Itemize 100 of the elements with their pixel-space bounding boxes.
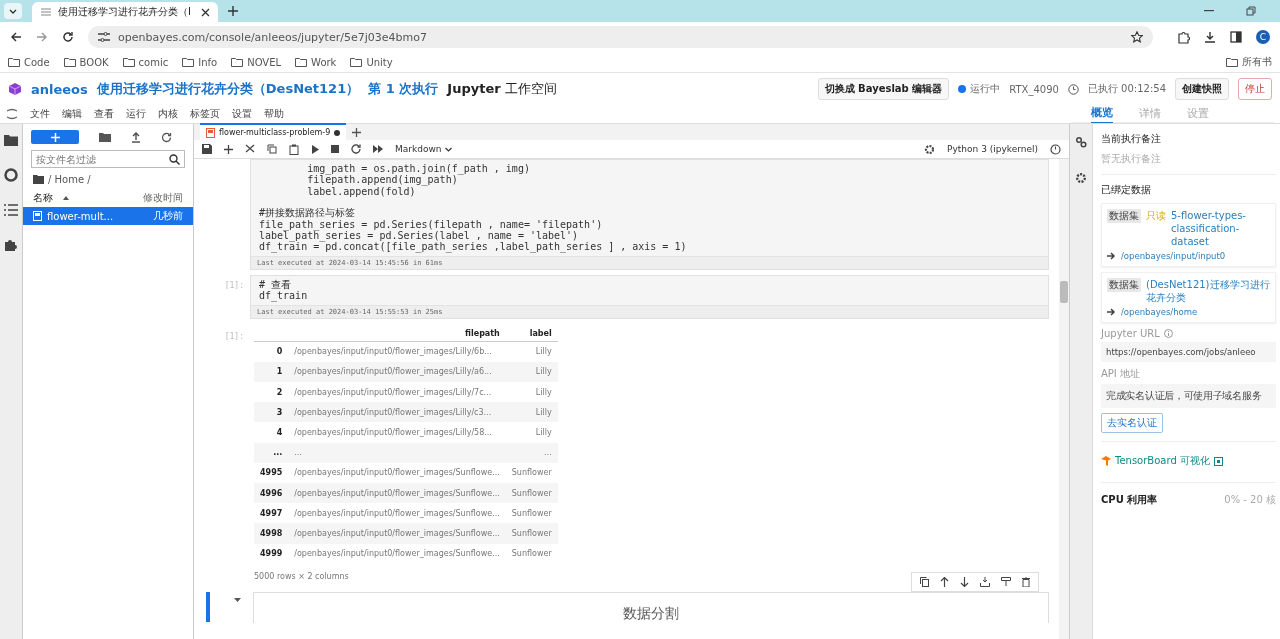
minimize-icon[interactable] bbox=[1204, 10, 1214, 12]
restart-icon[interactable] bbox=[351, 144, 361, 154]
side-panel-icon[interactable] bbox=[1230, 31, 1242, 43]
restore-icon[interactable] bbox=[1246, 6, 1256, 16]
bookmark-folder[interactable]: Unity bbox=[350, 56, 393, 68]
bookmark-folder[interactable]: 所有书 bbox=[1226, 55, 1272, 69]
bookmark-folder[interactable]: Work bbox=[295, 56, 337, 68]
verify-button[interactable]: 去实名认证 bbox=[1101, 413, 1163, 433]
column-header[interactable]: 修改时间 bbox=[143, 191, 183, 205]
notebook-tab[interactable]: flower-multiclass-problem-9 bbox=[200, 123, 347, 140]
elapsed-time: 已执行 00:12:54 bbox=[1087, 82, 1166, 96]
site-settings-icon[interactable] bbox=[98, 32, 110, 42]
delete-icon[interactable] bbox=[1022, 576, 1030, 587]
copy-icon[interactable] bbox=[267, 144, 277, 154]
row-index: 4 bbox=[254, 422, 289, 443]
bookmark-folder[interactable]: Code bbox=[8, 56, 50, 68]
sort-icon bbox=[63, 196, 69, 200]
save-icon[interactable] bbox=[202, 144, 212, 154]
list-icon[interactable] bbox=[4, 204, 18, 216]
file-row[interactable]: flower-mult... 几秒前 bbox=[23, 207, 193, 225]
kernel-status-icon bbox=[1050, 143, 1061, 155]
add-icon[interactable] bbox=[224, 144, 233, 154]
move-up-icon[interactable] bbox=[940, 576, 949, 587]
dataset-link[interactable]: 5-flower-types-classification-dataset bbox=[1171, 209, 1270, 248]
info-icon[interactable] bbox=[1163, 329, 1173, 338]
menu-item[interactable]: 编辑 bbox=[62, 107, 82, 121]
url-field[interactable]: https://openbayes.com/jobs/anleeo bbox=[1101, 342, 1276, 362]
code-text: img_path = os.path.join(f_path , img) filepath.append(img_path) label.append(fold) bbox=[306, 163, 530, 198]
project-link[interactable]: 使用迁移学习进行花卉分类（DesNet121） bbox=[96, 80, 360, 98]
plus-icon bbox=[50, 132, 60, 142]
bookmark-folder[interactable]: Info bbox=[182, 56, 218, 68]
menu-item[interactable]: 文件 bbox=[30, 107, 50, 121]
fast-forward-icon[interactable] bbox=[373, 145, 383, 153]
move-down-icon[interactable] bbox=[960, 576, 969, 587]
snapshot-button[interactable]: 创建快照 bbox=[1175, 78, 1229, 100]
menu-item[interactable]: 内核 bbox=[158, 107, 178, 121]
switch-editor-button[interactable]: 切换成 Bayeslab 编辑器 bbox=[817, 78, 950, 100]
profile-avatar[interactable]: C bbox=[1256, 30, 1270, 44]
cell-type-dropdown[interactable]: Markdown bbox=[395, 144, 453, 154]
section-title: 当前执行备注 bbox=[1101, 132, 1162, 146]
bookmark-folder[interactable]: BOOK bbox=[63, 56, 109, 68]
tab-list-button[interactable] bbox=[4, 3, 22, 19]
close-icon[interactable] bbox=[201, 7, 210, 17]
folder-icon bbox=[182, 57, 195, 67]
table-summary: 5000 rows × 2 columns bbox=[253, 570, 350, 581]
menu-item[interactable]: 查看 bbox=[94, 107, 114, 121]
new-tab-icon[interactable] bbox=[228, 6, 238, 16]
browser-tab[interactable]: 使用迁移学习进行花卉分类（I bbox=[32, 2, 218, 22]
upload-icon[interactable] bbox=[131, 131, 141, 143]
cut-icon[interactable] bbox=[245, 144, 255, 154]
new-tab-icon[interactable] bbox=[352, 128, 362, 137]
field-label: API 地址 bbox=[1101, 367, 1140, 381]
download-icon[interactable] bbox=[1204, 31, 1216, 43]
column-header[interactable]: 名称 bbox=[33, 191, 53, 205]
settings-icon[interactable] bbox=[1075, 136, 1087, 148]
run-icon[interactable] bbox=[311, 144, 319, 154]
running-icon[interactable] bbox=[4, 168, 18, 182]
kernel-name[interactable]: Python 3 (ipykernel) bbox=[947, 144, 1038, 154]
refresh-icon[interactable] bbox=[161, 131, 172, 143]
insert-below-icon[interactable] bbox=[1001, 576, 1011, 587]
folder-icon[interactable] bbox=[4, 134, 18, 146]
cpu-range: 0% - 20 核 bbox=[1224, 493, 1276, 507]
extensions-icon[interactable] bbox=[1177, 30, 1190, 44]
table-cell: /openbayes/input/input0/flower_images/Lilly/a6... bbox=[288, 361, 506, 383]
back-icon[interactable] bbox=[10, 31, 22, 43]
bookmark-folder[interactable]: comic bbox=[122, 56, 169, 68]
tensorboard-link[interactable]: TensorBoard 可视化 bbox=[1115, 454, 1210, 468]
code-cell[interactable] bbox=[250, 159, 1049, 270]
copy-icon[interactable] bbox=[920, 576, 929, 587]
bookmark-star-icon[interactable] bbox=[1131, 31, 1143, 43]
markdown-cell[interactable]: 数据分割 bbox=[253, 591, 1049, 623]
menu-item[interactable]: 运行 bbox=[126, 107, 146, 121]
cell-prompt: [1]: bbox=[223, 330, 244, 343]
menu-item[interactable]: 设置 bbox=[232, 107, 252, 121]
menu-item[interactable]: 标签页 bbox=[190, 107, 220, 121]
filter-field[interactable]: 按文件名过滤 bbox=[31, 150, 185, 168]
paste-icon[interactable] bbox=[289, 143, 299, 155]
scrollbar-thumb[interactable] bbox=[1060, 281, 1068, 303]
dataset-link[interactable]: (DesNet121)迁移学习进行花卉分类 bbox=[1146, 278, 1270, 304]
new-folder-icon[interactable] bbox=[99, 132, 111, 142]
collapse-caret-icon[interactable] bbox=[234, 597, 241, 602]
row-index: ... bbox=[254, 442, 289, 463]
puzzle-icon[interactable] bbox=[4, 238, 18, 252]
bookmark-folder[interactable]: NOVEL bbox=[231, 56, 282, 68]
address-bar[interactable]: openbayes.com/console/anleeos/jupyter/5e7j03e4bmo7 bbox=[88, 26, 1153, 48]
forward-icon[interactable] bbox=[36, 31, 48, 43]
new-launcher-button[interactable] bbox=[31, 130, 79, 144]
reload-icon[interactable] bbox=[62, 31, 74, 43]
table-cell: Lilly bbox=[505, 402, 558, 423]
stop-button[interactable]: 停止 bbox=[1238, 78, 1272, 100]
run-link[interactable]: 第 1 次执行 bbox=[368, 80, 439, 98]
insert-above-icon[interactable] bbox=[980, 576, 990, 587]
user-link[interactable]: anleeos bbox=[31, 81, 88, 97]
breadcrumb[interactable]: / Home / bbox=[48, 174, 91, 185]
chevron-down-icon bbox=[445, 146, 453, 152]
menu-item[interactable]: 帮助 bbox=[264, 107, 284, 121]
cell-prompt: [1]: bbox=[223, 279, 244, 292]
field-label: Jupyter URL bbox=[1101, 328, 1160, 339]
external-link-icon[interactable] bbox=[1213, 456, 1223, 466]
folder-icon bbox=[350, 57, 363, 67]
